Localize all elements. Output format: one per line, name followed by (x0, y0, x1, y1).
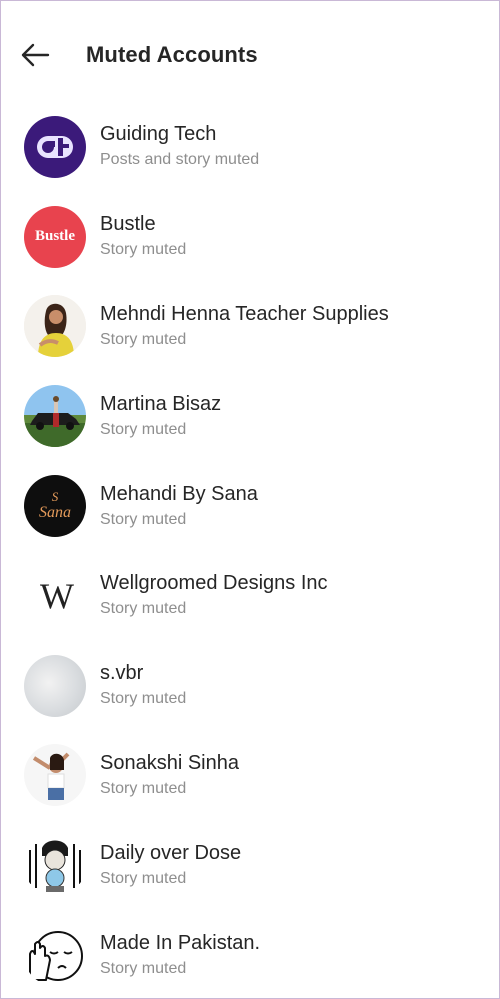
profile-photo-icon (24, 385, 86, 448)
account-name: Guiding Tech (100, 123, 217, 146)
profile-photo-icon (24, 744, 86, 807)
account-name: Daily over Dose (100, 841, 242, 864)
avatar-mehandi-by-sana[interactable]: S Sana (24, 475, 86, 538)
account-name: Martina Bisaz (100, 392, 222, 415)
avatar-sonakshi-sinha[interactable] (24, 744, 86, 807)
mute-status: Story muted (100, 779, 187, 797)
mute-status: Story muted (100, 510, 187, 528)
top-bar: Muted Accounts (0, 0, 500, 110)
account-row-bustle[interactable]: Bustle Bustle Story muted (0, 192, 500, 282)
muted-accounts-list: Guiding Tech Posts and story muted Bustl… (0, 102, 500, 999)
avatar-bustle[interactable]: Bustle (24, 205, 86, 268)
mute-status: Story muted (100, 869, 187, 887)
account-row-martina-bisaz[interactable]: Martina Bisaz Story muted (0, 371, 500, 461)
account-row-sonakshi-sinha[interactable]: Sonakshi Sinha Story muted (0, 731, 500, 821)
sana-logo-text: Sana (39, 503, 71, 521)
account-name: Bustle (100, 213, 156, 236)
avatar-made-in-pakistan[interactable] (24, 924, 86, 987)
arrow-left-icon (21, 43, 50, 67)
account-name: Wellgroomed Designs Inc (100, 572, 328, 595)
account-name: s.vbr (100, 662, 144, 685)
avatar-guiding-tech[interactable] (24, 115, 86, 178)
guiding-tech-logo (37, 135, 73, 158)
account-row-mehndi-henna[interactable]: Mehndi Henna Teacher Supplies Story mute… (0, 282, 500, 372)
profile-photo-icon (24, 834, 86, 897)
mute-status: Story muted (100, 241, 187, 259)
account-row-guiding-tech[interactable]: Guiding Tech Posts and story muted (0, 102, 500, 192)
face-palm-illustration (29, 931, 83, 982)
account-name: Made In Pakistan. (100, 931, 261, 954)
mute-status: Posts and story muted (100, 151, 260, 169)
profile-photo-icon (24, 295, 86, 358)
account-row-s-vbr[interactable]: s.vbr Story muted (0, 641, 500, 731)
account-row-mehandi-by-sana[interactable]: S Sana Mehandi By Sana Story muted (0, 461, 500, 551)
avatar-martina-bisaz[interactable] (24, 385, 86, 448)
sana-logo-mark: S (51, 488, 59, 504)
mute-status: Story muted (100, 690, 187, 708)
wellgroomed-logo-text: W (40, 575, 74, 616)
avatar-wellgroomed-designs[interactable]: W (24, 564, 86, 627)
account-name: Mehndi Henna Teacher Supplies (100, 302, 389, 325)
mute-status: Story muted (100, 959, 187, 977)
account-name: Mehandi By Sana (100, 482, 258, 505)
account-name: Sonakshi Sinha (100, 751, 239, 774)
account-row-wellgroomed-designs[interactable]: W Wellgroomed Designs Inc Story muted (0, 551, 500, 641)
account-row-daily-over-dose[interactable]: Daily over Dose Story muted (0, 820, 500, 910)
mute-status: Story muted (100, 600, 187, 618)
mute-status: Story muted (100, 420, 187, 438)
account-row-made-in-pakistan[interactable]: Made In Pakistan. Story muted (0, 910, 500, 999)
avatar-mehndi-henna[interactable] (24, 295, 86, 358)
mute-status: Story muted (100, 330, 187, 348)
back-button[interactable] (18, 38, 52, 72)
avatar-daily-over-dose[interactable] (24, 834, 86, 897)
page-title: Muted Accounts (86, 42, 258, 67)
avatar-s-vbr[interactable] (24, 654, 86, 717)
bustle-logo-text: Bustle (34, 228, 75, 245)
